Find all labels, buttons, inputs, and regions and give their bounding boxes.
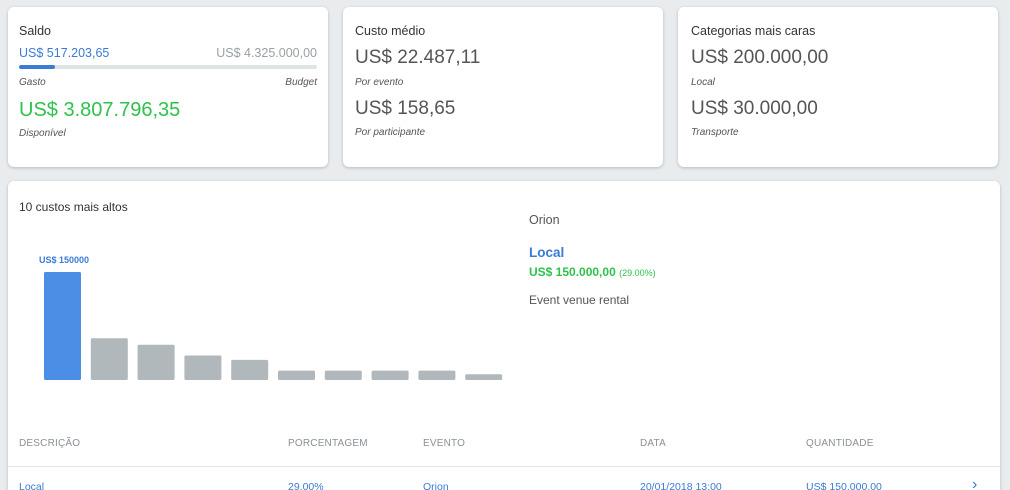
detail-description: Event venue rental bbox=[529, 293, 630, 307]
custo-medio-card: Custo médio US$ 22.487,11 Por evento US$… bbox=[343, 7, 663, 167]
saldo-title: Saldo bbox=[19, 24, 51, 38]
category-second-label: Transporte bbox=[691, 127, 739, 138]
chart-bar[interactable] bbox=[418, 370, 456, 380]
spent-value: US$ 517.203,65 bbox=[19, 46, 110, 60]
categorias-card: Categorias mais caras US$ 200.000,00 Loc… bbox=[678, 7, 998, 167]
category-first-label: Local bbox=[691, 77, 715, 88]
per-event-label: Por evento bbox=[355, 77, 404, 88]
chart-bar[interactable] bbox=[90, 338, 128, 380]
chart-bar[interactable] bbox=[231, 359, 269, 380]
detail-amount-value: US$ 150.000,00 bbox=[529, 265, 616, 279]
custo-medio-title: Custo médio bbox=[355, 24, 426, 38]
cell-event[interactable]: Orion bbox=[423, 481, 449, 490]
col-header-date[interactable]: DATA bbox=[640, 438, 666, 449]
col-header-description[interactable]: DESCRIÇÃO bbox=[19, 438, 80, 449]
col-header-quantity[interactable]: QUANTIDADE bbox=[806, 438, 874, 449]
cell-percentage: 29.00% bbox=[288, 481, 324, 490]
chart-bar-value-label: US$ 150000 bbox=[39, 255, 89, 265]
col-header-percentage[interactable]: PORCENTAGEM bbox=[288, 438, 368, 449]
chart-bar[interactable] bbox=[371, 370, 409, 380]
available-label: Disponível bbox=[19, 128, 66, 139]
budget-label: Budget bbox=[285, 77, 317, 88]
chart-bar[interactable] bbox=[324, 370, 362, 380]
cell-description[interactable]: Local bbox=[19, 481, 44, 490]
chart-bar[interactable] bbox=[44, 272, 81, 380]
chart-bar[interactable] bbox=[278, 370, 315, 380]
top-costs-bar-chart: US$ 150000 bbox=[39, 255, 503, 380]
detail-project: Orion bbox=[529, 213, 560, 227]
available-value: US$ 3.807.796,35 bbox=[19, 99, 181, 121]
per-participant-label: Por participante bbox=[355, 127, 426, 138]
per-participant-value: US$ 158,65 bbox=[355, 98, 456, 119]
cell-date: 20/01/2018 13:00 bbox=[640, 481, 722, 490]
category-first-value: US$ 200.000,00 bbox=[691, 47, 829, 68]
budget-value: US$ 4.325.000,00 bbox=[216, 46, 317, 60]
budget-progress-fill bbox=[19, 65, 55, 69]
chevron-right-icon[interactable]: › bbox=[972, 476, 977, 490]
chart-bar[interactable] bbox=[184, 355, 222, 380]
spent-label: Gasto bbox=[19, 77, 46, 88]
col-header-event[interactable]: EVENTO bbox=[423, 438, 465, 449]
detail-percent: (29.00%) bbox=[619, 268, 656, 278]
top-costs-title: 10 custos mais altos bbox=[19, 200, 128, 214]
detail-amount: US$ 150.000,00 (29.00%) bbox=[529, 265, 656, 279]
cell-quantity: US$ 150.000,00 bbox=[806, 481, 882, 490]
detail-category[interactable]: Local bbox=[529, 245, 564, 260]
chart-bar[interactable] bbox=[465, 374, 503, 380]
table-divider bbox=[8, 466, 1000, 467]
chart-bar[interactable] bbox=[137, 344, 175, 380]
category-second-value: US$ 30.000,00 bbox=[691, 98, 818, 119]
saldo-card: Saldo US$ 517.203,65 US$ 4.325.000,00 Ga… bbox=[8, 7, 328, 167]
per-event-value: US$ 22.487,11 bbox=[355, 47, 481, 68]
budget-progress-bar bbox=[19, 65, 317, 69]
categorias-title: Categorias mais caras bbox=[691, 24, 816, 38]
